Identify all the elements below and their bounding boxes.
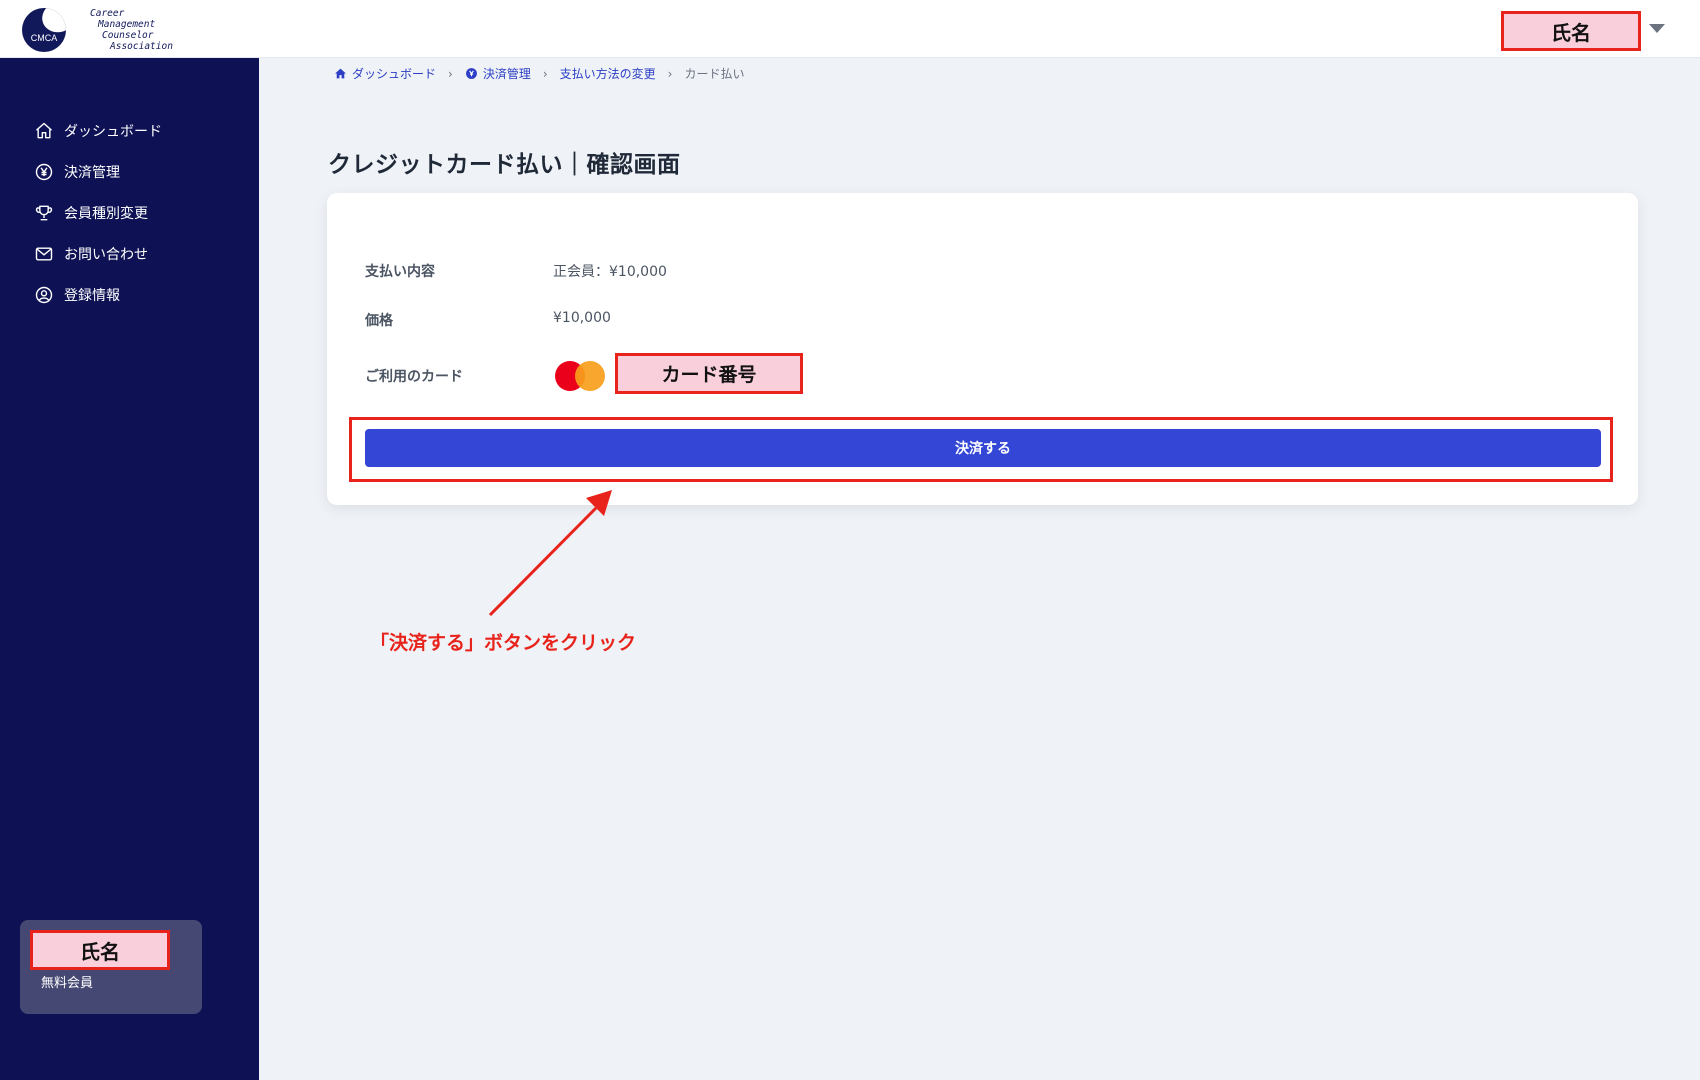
header-user-name[interactable]: 氏名 xyxy=(1501,11,1641,51)
yen-icon xyxy=(35,163,53,180)
breadcrumb-change-payment-method[interactable]: 支払い方法の変更 xyxy=(560,65,656,82)
sidebar-item-label: 決済管理 xyxy=(64,164,120,181)
breadcrumb-dashboard[interactable]: ダッシュボード xyxy=(334,65,436,82)
annotation-arrow-icon xyxy=(488,490,612,617)
sidebar-item-label: 会員種別変更 xyxy=(64,205,148,222)
payment-content-value: 正会員：¥10,000 xyxy=(553,264,667,280)
sidebar-user-name: 氏名 xyxy=(30,930,170,970)
price-label: 価格 xyxy=(365,313,393,329)
user-circle-icon xyxy=(35,286,53,303)
breadcrumb-payments[interactable]: 決済管理 xyxy=(465,65,531,82)
cmca-logo[interactable]: CMCA Career Management Counselor Associa… xyxy=(22,8,182,54)
breadcrumb-current: カード払い xyxy=(684,67,745,81)
sidebar-item-registration[interactable]: 登録情報 xyxy=(34,274,162,315)
card-number-value: カード番号 xyxy=(615,353,803,394)
mail-icon xyxy=(35,246,53,261)
home-icon xyxy=(36,122,52,138)
pay-button[interactable]: 決済する xyxy=(365,429,1601,467)
sidebar-item-membership-change[interactable]: 会員種別変更 xyxy=(34,192,162,233)
logo-line-3: Counselor xyxy=(102,30,154,41)
breadcrumb-label: 決済管理 xyxy=(482,67,531,81)
breadcrumb-label: ダッシュボード xyxy=(352,67,437,81)
breadcrumb-label: 支払い方法の変更 xyxy=(559,67,656,81)
yen-icon xyxy=(465,68,477,79)
home-icon xyxy=(335,68,346,79)
annotation-text: 「決済する」ボタンをクリック xyxy=(370,632,637,654)
logo-emblem: CMCA xyxy=(22,8,66,52)
user-menu-caret-icon[interactable] xyxy=(1649,24,1665,33)
top-bar: CMCA Career Management Counselor Associa… xyxy=(0,0,1700,58)
logo-wordmark: Career Management Counselor Association xyxy=(70,8,173,52)
mastercard-icon xyxy=(555,359,607,393)
price-value: ¥10,000 xyxy=(553,310,611,326)
logo-abbr: CMCA xyxy=(30,33,58,43)
chevron-right-icon: › xyxy=(667,66,673,81)
sidebar: ダッシュボード 決済管理 会員種別変更 お問い合わせ 登録情報 氏名 無料会員 xyxy=(0,58,259,1080)
card-label: ご利用のカード xyxy=(365,369,463,385)
trophy-icon xyxy=(35,205,53,220)
page-title: クレジットカード払い｜確認画面 xyxy=(328,152,681,178)
logo-line-1: Career xyxy=(90,8,125,19)
chevron-right-icon: › xyxy=(448,66,453,81)
chevron-right-icon: › xyxy=(542,66,548,81)
sidebar-item-label: 登録情報 xyxy=(64,287,120,304)
sidebar-item-label: お問い合わせ xyxy=(64,246,148,263)
breadcrumb: ダッシュボード › 決済管理 › 支払い方法の変更 › カード払い xyxy=(334,65,745,82)
sidebar-item-contact[interactable]: お問い合わせ xyxy=(34,233,162,274)
confirmation-card: 支払い内容 正会員：¥10,000 価格 ¥10,000 ご利用のカード カード… xyxy=(327,193,1638,505)
sidebar-nav: ダッシュボード 決済管理 会員種別変更 お問い合わせ 登録情報 xyxy=(34,110,162,315)
sidebar-item-payments[interactable]: 決済管理 xyxy=(34,151,162,192)
sidebar-user-tier: 無料会員 xyxy=(41,976,94,991)
sidebar-item-dashboard[interactable]: ダッシュボード xyxy=(34,110,162,151)
payment-content-label: 支払い内容 xyxy=(365,264,435,280)
sidebar-user-card[interactable]: 氏名 無料会員 xyxy=(20,920,202,1014)
sidebar-item-label: ダッシュボード xyxy=(64,123,162,140)
logo-line-4: Association xyxy=(110,41,173,52)
logo-line-2: Management xyxy=(98,19,156,30)
